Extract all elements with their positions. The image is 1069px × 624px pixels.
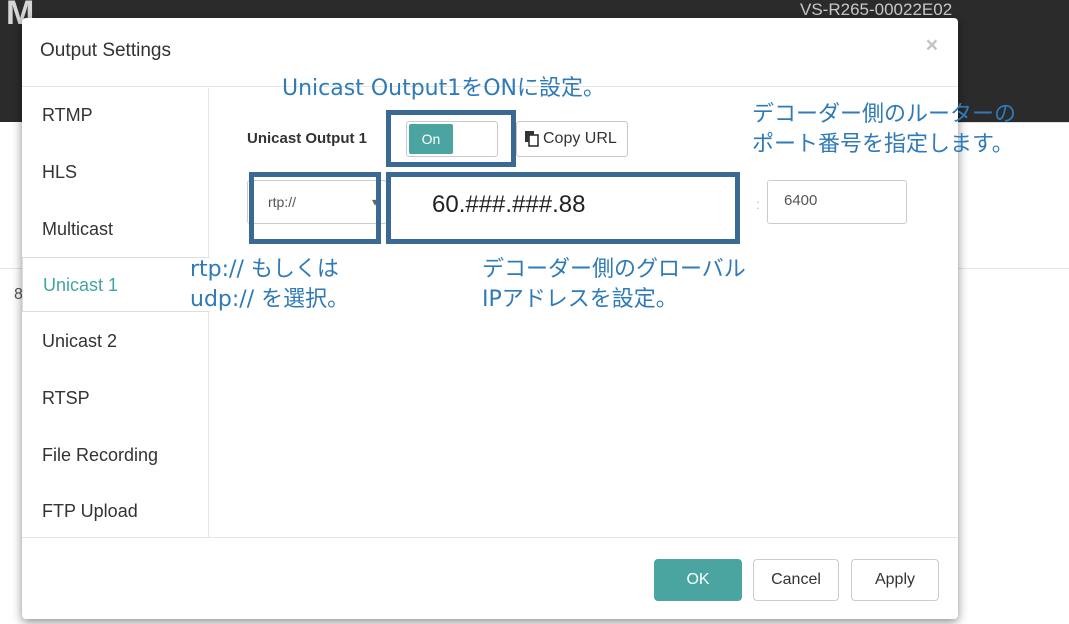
copy-url-label: Copy URL (543, 130, 617, 147)
ip-highlight-box (386, 172, 740, 244)
unicast-output-label: Unicast Output 1 (247, 130, 368, 147)
port-field[interactable]: 6400 (767, 180, 907, 224)
sidebar-item-unicast-1[interactable]: Unicast 1 (22, 257, 210, 312)
sidebar-item-ftp-upload[interactable]: FTP Upload (22, 484, 209, 539)
sidebar-item-rtmp[interactable]: RTMP (22, 88, 209, 143)
sidebar-item-multicast[interactable]: Multicast (22, 202, 209, 257)
toggle-highlight-box (386, 110, 516, 167)
port-annotation: デコーダー側のルーターの ポート番号を指定します。 (752, 102, 1017, 157)
toggle-annotation: Unicast Output1をONに設定。 (282, 76, 606, 101)
copy-icon (525, 131, 539, 147)
copy-url-button[interactable]: Copy URL (516, 121, 628, 157)
protocol-annotation: rtp:// もしくは udp:// を選択。 (190, 257, 350, 312)
ok-button[interactable]: OK (654, 559, 742, 601)
modal-footer: OK Cancel Apply (22, 537, 958, 619)
cancel-button[interactable]: Cancel (753, 559, 839, 601)
apply-button[interactable]: Apply (851, 559, 939, 601)
close-icon[interactable]: × (926, 34, 938, 58)
background-device-name: VS-R265-00022E02 (800, 0, 953, 19)
sidebar-item-file-recording[interactable]: File Recording (22, 428, 209, 483)
sidebar-item-rtsp[interactable]: RTSP (22, 371, 209, 426)
sidebar-item-hls[interactable]: HLS (22, 145, 209, 200)
settings-sidebar: RTMP HLS Multicast Unicast 1 Unicast 2 R… (22, 88, 210, 539)
sidebar-item-unicast-2[interactable]: Unicast 2 (22, 314, 209, 369)
port-separator: : (756, 196, 760, 212)
ip-annotation: デコーダー側のグローバル IPアドレスを設定。 (482, 257, 746, 312)
modal-title: Output Settings (40, 40, 171, 61)
protocol-highlight-box (249, 172, 381, 244)
